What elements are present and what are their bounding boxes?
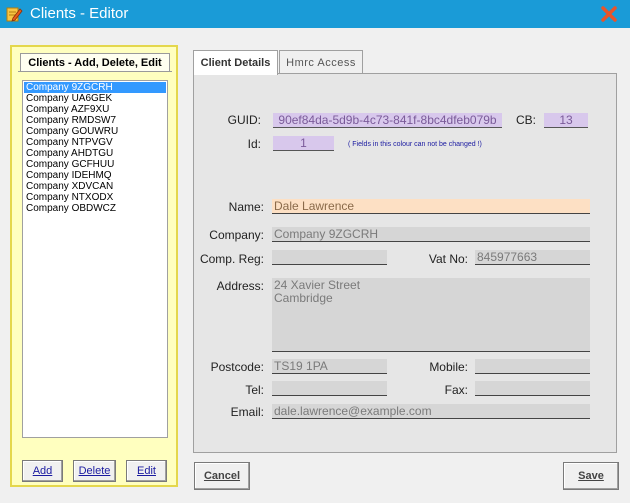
add-button[interactable]: Add — [22, 460, 63, 482]
clients-panel: Clients - Add, Delete, Edit Company 9ZGC… — [10, 45, 178, 487]
client-list[interactable]: Company 9ZGCRH Company UA6GEK Company AZF9… — [22, 80, 168, 438]
save-button[interactable]: Save — [563, 462, 619, 490]
tab-hmrc-access[interactable]: Hmrc Access — [279, 50, 363, 74]
delete-button[interactable]: Delete — [73, 460, 116, 482]
comp-reg-label: Comp. Reg: — [199, 252, 264, 266]
cancel-button[interactable]: Cancel — [194, 462, 250, 490]
cb-label: CB: — [515, 113, 536, 127]
address-field[interactable] — [272, 278, 590, 352]
list-item[interactable]: Company NTPVGV — [24, 137, 166, 148]
fax-field[interactable] — [475, 381, 590, 396]
locked-fields-note: ( Fields in this colour can not be chang… — [348, 141, 482, 148]
name-field[interactable] — [272, 199, 590, 214]
list-item[interactable]: Company 9ZGCRH — [24, 82, 166, 93]
mobile-label: Mobile: — [429, 360, 468, 374]
window-title: Clients - Editor — [30, 5, 129, 22]
tab-client-details[interactable]: Client Details — [193, 50, 278, 75]
tel-field[interactable] — [272, 381, 387, 396]
mobile-field[interactable] — [475, 359, 590, 374]
guid-label: GUID: — [227, 113, 261, 127]
list-item[interactable]: Company AHDTGU — [24, 148, 166, 159]
cb-field — [544, 113, 588, 128]
email-label: Email: — [230, 405, 264, 419]
postcode-field[interactable] — [272, 359, 387, 374]
edit-document-icon — [6, 7, 23, 22]
clients-panel-tab[interactable]: Clients - Add, Delete, Edit — [20, 53, 170, 71]
company-field[interactable] — [272, 227, 590, 242]
comp-reg-field[interactable] — [272, 250, 387, 265]
postcode-label: Postcode: — [210, 360, 264, 374]
list-item[interactable]: Company OBDWCZ — [24, 203, 166, 214]
list-item[interactable]: Company GCFHUU — [24, 159, 166, 170]
vat-field[interactable] — [475, 250, 590, 265]
client-details-panel: GUID: CB: Id: ( Fields in this colour ca… — [193, 73, 617, 453]
list-item[interactable]: Company UA6GEK — [24, 93, 166, 104]
list-item[interactable]: Company AZF9XU — [24, 104, 166, 115]
name-label: Name: — [228, 200, 264, 214]
id-field — [273, 136, 334, 151]
list-item[interactable]: Company RMDSW7 — [24, 115, 166, 126]
close-icon[interactable] — [598, 3, 620, 25]
edit-button[interactable]: Edit — [126, 460, 167, 482]
tel-label: Tel: — [245, 383, 264, 397]
title-bar: Clients - Editor — [0, 0, 630, 28]
company-label: Company: — [209, 228, 264, 242]
id-label: Id: — [247, 137, 261, 151]
email-field[interactable] — [272, 404, 590, 419]
fax-label: Fax: — [444, 383, 468, 397]
list-item[interactable]: Company XDVCAN — [24, 181, 166, 192]
tab-divider — [18, 71, 172, 72]
address-label: Address: — [216, 279, 264, 293]
guid-field — [273, 113, 502, 128]
list-item[interactable]: Company GOUWRU — [24, 126, 166, 137]
vat-label: Vat No: — [428, 252, 468, 266]
list-item[interactable]: Company NTXODX — [24, 192, 166, 203]
list-item[interactable]: Company IDEHMQ — [24, 170, 166, 181]
